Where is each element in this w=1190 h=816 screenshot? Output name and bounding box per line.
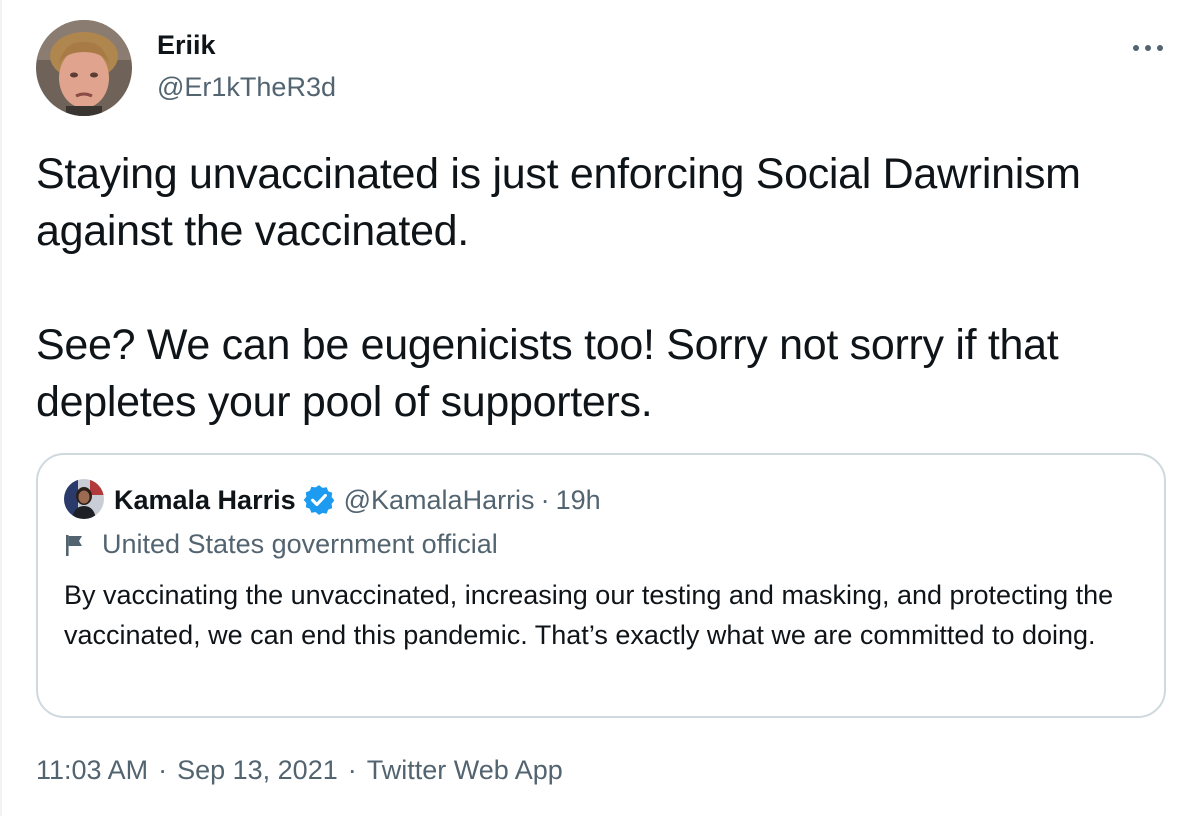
tweet-paragraph: Staying unvaccinated is just enforcing S… <box>36 150 1081 255</box>
tweet-source[interactable]: Twitter Web App <box>367 755 563 785</box>
separator-dot: · <box>540 484 550 515</box>
tweet-paragraph: See? We can be eugenicists too! Sorry no… <box>36 321 1059 426</box>
quoted-tweet-time[interactable]: 19h <box>556 485 601 516</box>
account-label: United States government official <box>64 529 498 560</box>
tweet-date[interactable]: Sep 13, 2021 <box>177 755 338 785</box>
more-horizontal-icon[interactable] <box>1130 40 1166 56</box>
verified-badge-icon <box>303 485 334 515</box>
quoted-tweet-text: By vaccinating the unvaccinated, increas… <box>64 580 1114 650</box>
quoted-tweet-header: Kamala Harris @KamalaHarris · 19h <box>114 481 601 519</box>
author-avatar[interactable] <box>36 20 132 116</box>
account-label-text: United States government official <box>102 529 498 559</box>
author-name[interactable]: Eriik <box>157 28 216 62</box>
quoted-author-handle[interactable]: @KamalaHarris <box>344 485 535 516</box>
quoted-author-name[interactable]: Kamala Harris <box>114 485 296 516</box>
tweet-time[interactable]: 11:03 AM <box>36 755 148 785</box>
tweet-text: Staying unvaccinated is just enforcing S… <box>36 146 1166 431</box>
government-flag-icon <box>66 534 82 556</box>
author-handle[interactable]: @Er1kTheR3d <box>157 70 336 104</box>
tweet-meta: 11:03 AM · Sep 13, 2021 · Twitter Web App <box>36 752 563 788</box>
quoted-tweet-card[interactable]: Kamala Harris @KamalaHarris · 19h United… <box>36 453 1166 718</box>
separator-dot: · <box>158 755 168 785</box>
page-divider <box>0 0 2 816</box>
separator-dot: · <box>347 755 357 785</box>
quoted-author-avatar <box>64 479 104 519</box>
